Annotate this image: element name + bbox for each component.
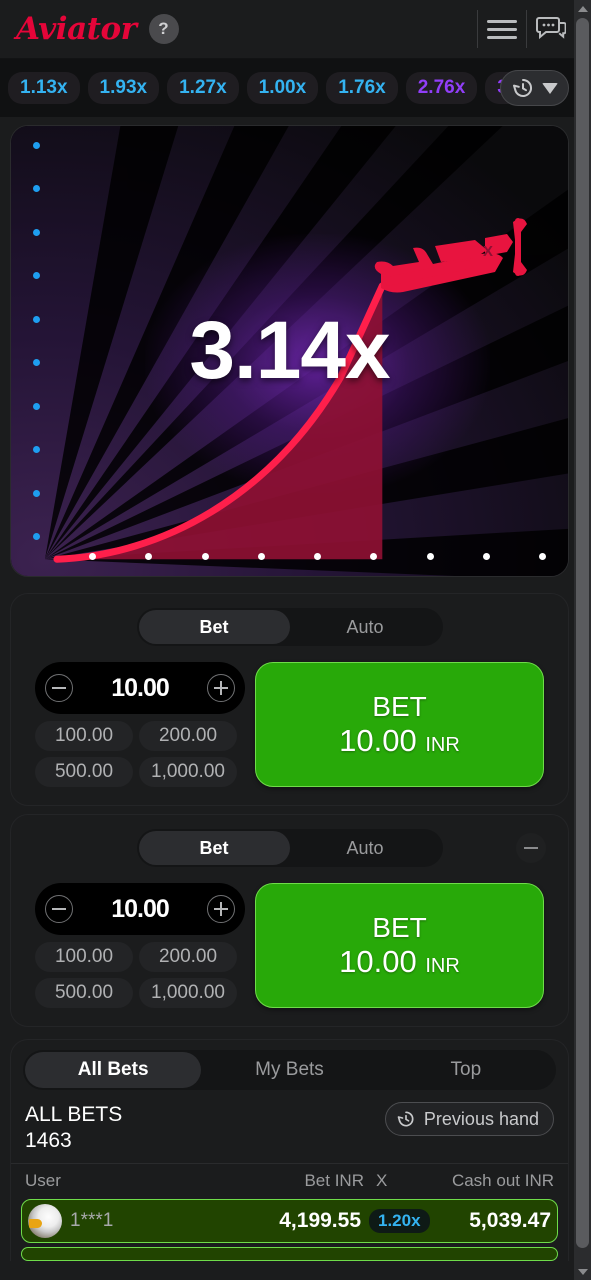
tab-auto-1[interactable]: Auto	[290, 610, 441, 644]
help-button[interactable]: ?	[148, 14, 179, 44]
bet-button-value-1: 10.00	[339, 722, 417, 758]
bet-controls-1: 10.00 100.00 200.00 500.00 1,000.00 BET …	[23, 662, 556, 787]
quick-amount-button[interactable]: 500.00	[35, 757, 133, 787]
tab-auto-2[interactable]: Auto	[290, 831, 441, 865]
table-row-partial[interactable]	[21, 1246, 558, 1261]
remove-bet-panel-button[interactable]	[516, 833, 546, 863]
bet-button-value-2: 10.00	[339, 943, 417, 979]
quick-amount-button[interactable]: 100.00	[35, 721, 133, 751]
bet-controls-2: 10.00 100.00 200.00 500.00 1,000.00 BET …	[23, 883, 556, 1008]
x-axis-ticks	[89, 552, 546, 560]
hamburger-menu-icon[interactable]	[478, 19, 526, 39]
status-badge: 1.20x	[369, 1208, 430, 1233]
bet-multiplier-cell: 1.20x	[361, 1208, 430, 1233]
history-clock-icon	[397, 1111, 414, 1127]
bet-mode-toggle-1[interactable]: Bet Auto	[136, 608, 443, 646]
header-actions	[477, 8, 575, 50]
quick-amounts-1: 100.00 200.00 500.00 1,000.00	[35, 721, 245, 787]
bet-button-title-2: BET	[372, 911, 427, 943]
bet-button-currency-1: INR	[425, 733, 460, 756]
bet-cashout: 5,039.47	[469, 1208, 551, 1232]
history-chip[interactable]: 1.27x	[167, 72, 239, 104]
page-scrollbar[interactable]	[574, 0, 591, 1280]
increment-button-2[interactable]	[207, 895, 235, 923]
bet-amount-stepper-1[interactable]: 10.00	[35, 662, 245, 714]
bet-amount-column-2: 10.00 100.00 200.00 500.00 1,000.00	[35, 883, 245, 1008]
tab-top[interactable]: Top	[378, 1052, 554, 1088]
bet-amount-value-2[interactable]: 10.00	[111, 895, 170, 924]
bet-button-title-1: BET	[372, 690, 427, 722]
column-header-user: User	[25, 1170, 61, 1190]
increment-button-1[interactable]	[207, 674, 235, 702]
chat-bubble-icon[interactable]	[527, 16, 575, 42]
bet-mode-toggle-2[interactable]: Bet Auto	[136, 829, 443, 867]
column-header-bet: Bet INR	[304, 1170, 364, 1190]
aviator-logo: Aviator	[16, 11, 137, 47]
round-history-bar[interactable]: 1.13x 1.93x 1.27x 1.00x 1.76x 2.76x 3.	[0, 59, 591, 117]
bet-user: 1***1	[70, 1209, 114, 1231]
bets-section: All Bets My Bets Top ALL BETS 1463 Previ…	[10, 1039, 569, 1261]
all-bets-label: ALL BETS	[25, 1103, 123, 1126]
quick-amount-button[interactable]: 200.00	[139, 721, 237, 751]
app-header: Aviator ?	[0, 0, 591, 59]
all-bets-block: ALL BETS 1463	[25, 1102, 122, 1155]
quick-amount-button[interactable]: 200.00	[139, 942, 237, 972]
bet-button-amount-2: 10.00 INR	[339, 944, 460, 980]
svg-text:X: X	[483, 243, 493, 260]
bet-panel-2: Bet Auto 10.00 100.00 200.00 500.00 1,00…	[10, 814, 569, 1027]
previous-hand-button[interactable]: Previous hand	[384, 1102, 554, 1136]
previous-hand-label: Previous hand	[423, 1108, 539, 1129]
tab-bet-2[interactable]: Bet	[138, 831, 290, 865]
scrollbar-thumb[interactable]	[576, 18, 589, 1248]
game-canvas: X 3.14x	[10, 125, 569, 577]
bet-button-amount-1: 10.00 INR	[339, 723, 460, 759]
scroll-up-arrow-icon[interactable]	[574, 0, 591, 17]
bet-amount-column-1: 10.00 100.00 200.00 500.00 1,000.00	[35, 662, 245, 787]
chevron-down-icon	[542, 82, 558, 94]
scroll-down-arrow-icon[interactable]	[574, 1263, 591, 1280]
history-chip[interactable]: 1.76x	[326, 72, 398, 104]
history-clock-icon	[513, 78, 532, 97]
quick-amount-button[interactable]: 500.00	[35, 978, 133, 1008]
all-bets-count: 1463	[25, 1129, 72, 1153]
bet-panel-1: Bet Auto 10.00 100.00 200.00 500.00 1,00…	[10, 593, 569, 806]
history-chip[interactable]: 1.00x	[246, 72, 319, 104]
place-bet-button-2[interactable]: BET 10.00 INR	[255, 883, 544, 1008]
game-canvas-container: X 3.14x	[0, 117, 591, 585]
place-bet-button-1[interactable]: BET 10.00 INR	[255, 662, 544, 787]
decrement-button-1[interactable]	[45, 674, 73, 702]
bet-amount-value-1[interactable]: 10.00	[111, 674, 170, 703]
table-row[interactable]: 1***1 4,199.55 1.20x 5,039.47	[21, 1198, 558, 1243]
column-header-multiplier: X	[376, 1170, 388, 1190]
tab-all-bets[interactable]: All Bets	[25, 1052, 202, 1088]
history-toggle-button[interactable]	[500, 70, 569, 106]
history-chip[interactable]: 2.76x	[405, 72, 478, 104]
quick-amount-button[interactable]: 1,000.00	[139, 978, 237, 1008]
bet-amount: 4,199.55	[279, 1208, 361, 1232]
bets-tabs[interactable]: All Bets My Bets Top	[23, 1050, 556, 1090]
decrement-button-2[interactable]	[45, 895, 73, 923]
quick-amounts-2: 100.00 200.00 500.00 1,000.00	[35, 942, 245, 1008]
history-chip[interactable]: 1.93x	[87, 72, 160, 104]
red-plane-icon: X	[374, 218, 527, 293]
quick-amount-button[interactable]: 1,000.00	[139, 757, 237, 787]
history-chip[interactable]: 1.13x	[8, 72, 80, 104]
quick-amount-button[interactable]: 100.00	[35, 942, 133, 972]
bet-button-currency-2: INR	[425, 954, 460, 977]
column-header-cashout: Cash out INR	[451, 1170, 554, 1190]
aviator-game-app: Aviator ? 1.13x 1.93x 1.27x 1.00x 1.76x …	[0, 0, 591, 1280]
bet-amount-stepper-2[interactable]: 10.00	[35, 883, 245, 935]
avatar	[28, 1203, 62, 1238]
tab-my-bets[interactable]: My Bets	[201, 1052, 377, 1088]
bets-table-header: User Bet INR X Cash out INR	[11, 1162, 568, 1199]
all-bets-summary: ALL BETS 1463 Previous hand	[11, 1096, 568, 1163]
current-multiplier: 3.14x	[189, 305, 390, 396]
tab-bet-1[interactable]: Bet	[138, 610, 290, 644]
